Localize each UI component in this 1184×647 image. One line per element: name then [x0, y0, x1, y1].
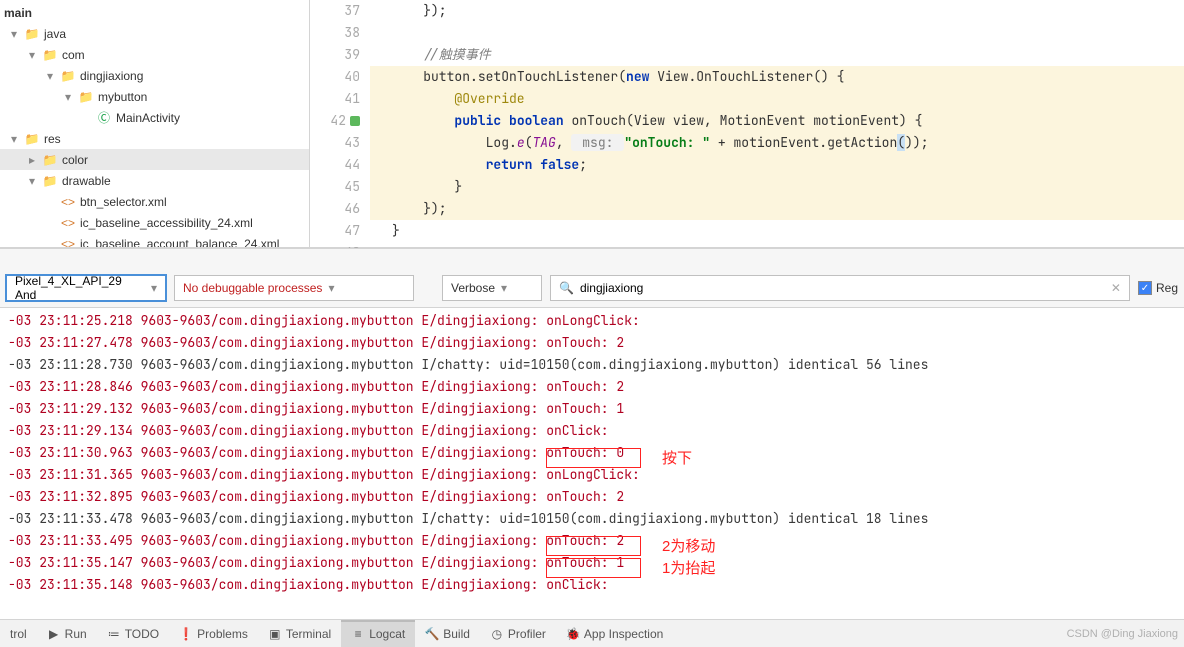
tree-arrow-icon: ▾: [26, 48, 38, 62]
tree-item-label: MainActivity: [116, 111, 180, 125]
folder-icon: 📁: [42, 48, 58, 62]
log-line: -03 23:11:28.846 9603-9603/com.dingjiaxi…: [8, 376, 1176, 398]
editor-gutter: 373839404142434445464748: [310, 0, 370, 247]
tool-icon: 🐞: [566, 627, 580, 641]
regex-checkbox[interactable]: ✓ Reg: [1138, 281, 1178, 295]
tree-arrow-icon: ▾: [8, 132, 20, 146]
tree-item[interactable]: <> btn_selector.xml: [0, 191, 309, 212]
folder-icon: 📁: [42, 153, 58, 167]
tree-item-label: dingjiaxiong: [80, 69, 143, 83]
log-line: -03 23:11:25.218 9603-9603/com.dingjiaxi…: [8, 310, 1176, 332]
tool-icon: ▣: [268, 627, 282, 641]
folder-icon: <>: [60, 195, 76, 209]
tree-item-label: color: [62, 153, 88, 167]
folder-icon: 📁: [42, 174, 58, 188]
annotation-label: 按下: [662, 448, 692, 470]
tree-item[interactable]: ▾ 📁 com: [0, 44, 309, 65]
tree-item[interactable]: <> ic_baseline_account_balance_24.xml: [0, 233, 309, 247]
tree-arrow-icon: ▾: [26, 174, 38, 188]
tree-root-label: main: [4, 6, 32, 20]
tree-item[interactable]: ▾ 📁 dingjiaxiong: [0, 65, 309, 86]
tree-arrow-icon: ▸: [26, 153, 38, 167]
tree-arrow-icon: ▾: [62, 90, 74, 104]
tool-tab-problems[interactable]: ❗Problems: [169, 620, 258, 647]
checkbox-icon: ✓: [1138, 281, 1152, 295]
tree-root[interactable]: main: [0, 2, 309, 23]
folder-icon: 📁: [24, 132, 40, 146]
log-line: -03 23:11:28.730 9603-9603/com.dingjiaxi…: [8, 354, 1176, 376]
chevron-down-icon: ▾: [328, 281, 334, 295]
tree-item-label: ic_baseline_accessibility_24.xml: [80, 216, 253, 230]
device-selector[interactable]: Pixel_4_XL_API_29 And ▾: [6, 275, 166, 301]
tool-icon: 🔨: [425, 627, 439, 641]
tool-tab-logcat[interactable]: ≡Logcat: [341, 620, 415, 647]
tree-item[interactable]: ▸ 📁 color: [0, 149, 309, 170]
log-line: -03 23:11:32.895 9603-9603/com.dingjiaxi…: [8, 486, 1176, 508]
log-line: -03 23:11:27.478 9603-9603/com.dingjiaxi…: [8, 332, 1176, 354]
log-line: -03 23:11:29.134 9603-9603/com.dingjiaxi…: [8, 420, 1176, 442]
log-search[interactable]: 🔍 ✕: [550, 275, 1130, 301]
tool-tab-app inspection[interactable]: 🐞App Inspection: [556, 620, 673, 647]
folder-icon: 📁: [60, 69, 76, 83]
folder-icon: <>: [60, 216, 76, 230]
logcat-output[interactable]: -03 23:11:25.218 9603-9603/com.dingjiaxi…: [0, 308, 1184, 619]
editor-code[interactable]: }); //触摸事件 button.setOnTouchListener(new…: [370, 0, 1184, 247]
tree-item-label: com: [62, 48, 85, 62]
folder-icon: Ⓒ: [96, 109, 112, 126]
clear-icon[interactable]: ✕: [1111, 281, 1121, 295]
annotation-box: [546, 448, 641, 468]
annotation-label: 1为抬起: [662, 558, 715, 580]
tool-tab-build[interactable]: 🔨Build: [415, 620, 480, 647]
tool-icon: ◷: [490, 627, 504, 641]
tool-tab-trol[interactable]: trol: [0, 620, 37, 647]
tree-arrow-icon: ▾: [44, 69, 56, 83]
tool-icon: ❗: [179, 627, 193, 641]
annotation-label: 2为移动: [662, 536, 715, 558]
tree-item[interactable]: ▾ 📁 res: [0, 128, 309, 149]
log-level-selector[interactable]: Verbose ▾: [442, 275, 542, 301]
folder-icon: 📁: [78, 90, 94, 104]
tree-item-label: res: [44, 132, 61, 146]
log-search-input[interactable]: [580, 281, 1105, 295]
folder-icon: <>: [60, 237, 76, 248]
annotation-box: [546, 558, 641, 578]
annotation-box: [546, 536, 641, 556]
tool-tab-todo[interactable]: ≔TODO: [97, 620, 169, 647]
bottom-tool-bar: trol▶Run≔TODO❗Problems▣Terminal≡Logcat🔨B…: [0, 619, 1184, 647]
chevron-down-icon: ▾: [151, 281, 157, 295]
folder-icon: 📁: [24, 27, 40, 41]
tree-item[interactable]: Ⓒ MainActivity: [0, 107, 309, 128]
tree-item-label: ic_baseline_account_balance_24.xml: [80, 237, 279, 248]
tree-item[interactable]: ▾ 📁 java: [0, 23, 309, 44]
tree-item[interactable]: ▾ 📁 drawable: [0, 170, 309, 191]
tree-item[interactable]: <> ic_baseline_accessibility_24.xml: [0, 212, 309, 233]
tool-tab-run[interactable]: ▶Run: [37, 620, 97, 647]
process-selector[interactable]: No debuggable processes ▾: [174, 275, 414, 301]
tool-icon: ≔: [107, 627, 121, 641]
tool-tab-profiler[interactable]: ◷Profiler: [480, 620, 556, 647]
chevron-down-icon: ▾: [501, 281, 507, 295]
watermark: CSDN @Ding Jiaxiong: [1067, 628, 1184, 640]
tree-item-label: btn_selector.xml: [80, 195, 167, 209]
log-line: -03 23:11:29.132 9603-9603/com.dingjiaxi…: [8, 398, 1176, 420]
tree-arrow-icon: ▾: [8, 27, 20, 41]
tree-item-label: mybutton: [98, 90, 147, 104]
tree-item-label: java: [44, 27, 66, 41]
tool-icon: ≡: [351, 627, 365, 641]
search-icon: 🔍: [559, 281, 574, 295]
log-line: -03 23:11:33.478 9603-9603/com.dingjiaxi…: [8, 508, 1176, 530]
tree-item[interactable]: ▾ 📁 mybutton: [0, 86, 309, 107]
tool-icon: ▶: [47, 627, 61, 641]
code-editor[interactable]: 373839404142434445464748 }); //触摸事件 butt…: [310, 0, 1184, 247]
tool-tab-terminal[interactable]: ▣Terminal: [258, 620, 341, 647]
tree-item-label: drawable: [62, 174, 111, 188]
project-tree[interactable]: main ▾ 📁 java ▾ 📁 com ▾ 📁 dingjiaxiong ▾ 📁 mybutton…: [0, 0, 310, 247]
